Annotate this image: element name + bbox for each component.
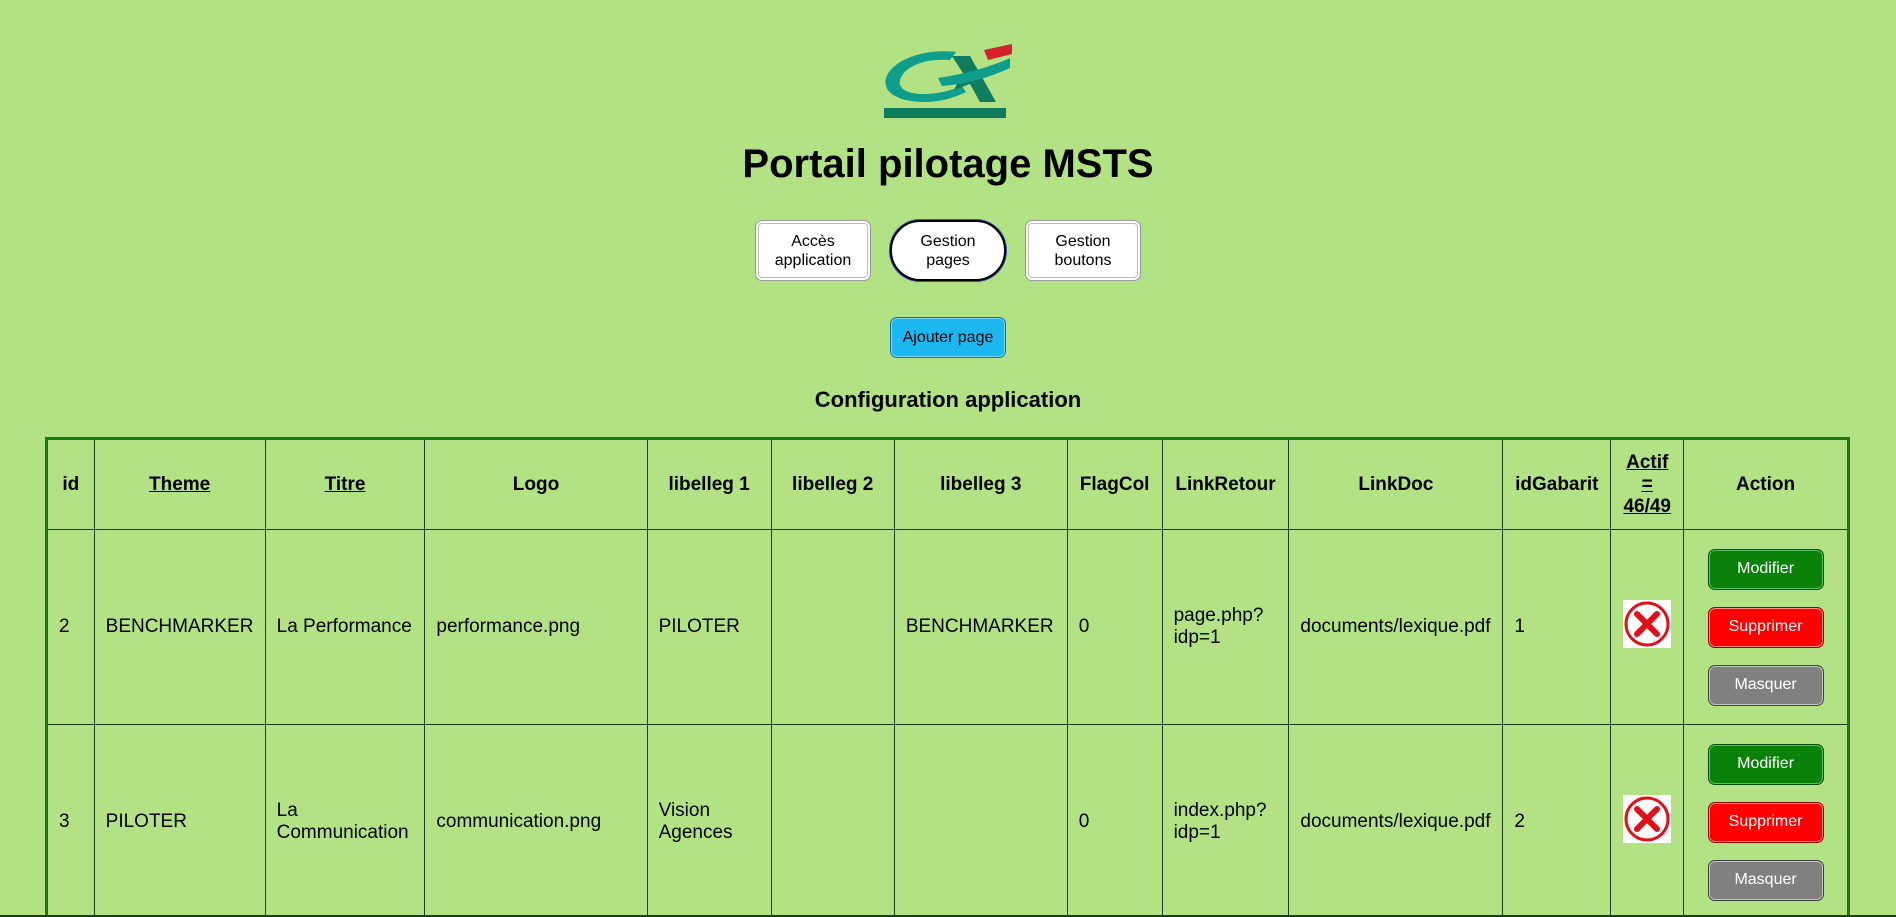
col-header-theme-label[interactable]: Theme bbox=[149, 474, 210, 495]
col-header-libelleg-3: libelleg 3 bbox=[893, 438, 1068, 530]
delete-button[interactable]: Supprimer bbox=[1707, 801, 1824, 843]
modify-button[interactable]: Modifier bbox=[1707, 743, 1824, 785]
col-header-logo: Logo bbox=[424, 438, 648, 530]
red-x-icon[interactable] bbox=[1623, 795, 1672, 843]
hide-button[interactable]: Masquer bbox=[1707, 664, 1824, 706]
col-header-actif[interactable]: Actif = 46/49 bbox=[1610, 438, 1685, 530]
cell-libelleg-2 bbox=[770, 529, 895, 725]
col-header-actif-label[interactable]: Actif = 46/49 bbox=[1623, 452, 1671, 517]
cell-theme: BENCHMARKER bbox=[93, 529, 266, 725]
nav-button-gestion-boutons[interactable]: Gestion boutons bbox=[1025, 220, 1141, 281]
red-x-icon[interactable] bbox=[1623, 600, 1672, 648]
col-header-titre-label[interactable]: Titre bbox=[325, 474, 366, 495]
cell-libelleg-3 bbox=[893, 724, 1068, 917]
col-header-theme[interactable]: Theme bbox=[93, 438, 266, 530]
cell-id: 2 bbox=[46, 529, 95, 725]
cell-titre: La Communication bbox=[264, 724, 426, 917]
cell-linkretour: index.php? idp=1 bbox=[1161, 724, 1290, 917]
cell-libelleg-3: BENCHMARKER bbox=[893, 529, 1068, 725]
credit-agricole-logo bbox=[884, 44, 1012, 118]
page-title: Portail pilotage MSTS bbox=[742, 142, 1154, 186]
col-header-linkretour: LinkRetour bbox=[1161, 438, 1290, 530]
cell-idgabarit: 2 bbox=[1502, 724, 1612, 917]
cell-theme: PILOTER bbox=[93, 724, 266, 917]
table-row: 2 BENCHMARKER La Performance performance… bbox=[46, 529, 1849, 725]
config-table: id Theme Titre Logo libelleg 1 libelleg … bbox=[45, 437, 1850, 917]
col-header-titre[interactable]: Titre bbox=[264, 438, 426, 530]
cell-flagcol: 0 bbox=[1066, 529, 1163, 725]
cell-action: Modifier Supprimer Masquer bbox=[1683, 724, 1849, 917]
cell-actif bbox=[1610, 529, 1685, 725]
cell-linkretour: page.php? idp=1 bbox=[1161, 529, 1290, 725]
col-header-action: Action bbox=[1683, 438, 1849, 530]
cell-idgabarit: 1 bbox=[1502, 529, 1612, 725]
section-title: Configuration application bbox=[814, 387, 1082, 412]
page: Portail pilotage MSTS Accès application … bbox=[0, 0, 1896, 917]
nav-button-acces-application[interactable]: Accès application bbox=[755, 220, 871, 281]
cell-logo: communication.png bbox=[424, 724, 648, 917]
cell-flagcol: 0 bbox=[1066, 724, 1163, 917]
table-row: 3 PILOTER La Communication communication… bbox=[46, 724, 1849, 917]
col-header-linkdoc: LinkDoc bbox=[1288, 438, 1504, 530]
cell-titre: La Performance bbox=[264, 529, 426, 725]
col-header-libelleg-2: libelleg 2 bbox=[770, 438, 895, 530]
cell-libelleg-2 bbox=[770, 724, 895, 917]
cell-logo: performance.png bbox=[424, 529, 648, 725]
col-header-idgabarit: idGabarit bbox=[1502, 438, 1612, 530]
col-header-id: id bbox=[46, 438, 95, 530]
cell-id: 3 bbox=[46, 724, 95, 917]
nav-button-gestion-pages[interactable]: Gestion pages bbox=[890, 220, 1006, 281]
cell-libelleg-1: PILOTER bbox=[646, 529, 772, 725]
cell-action: Modifier Supprimer Masquer bbox=[1683, 529, 1849, 725]
cell-linkdoc: documents/lexique.pdf bbox=[1288, 724, 1504, 917]
cell-linkdoc: documents/lexique.pdf bbox=[1288, 529, 1504, 725]
modify-button[interactable]: Modifier bbox=[1707, 548, 1824, 590]
delete-button[interactable]: Supprimer bbox=[1707, 606, 1824, 648]
cell-libelleg-1: Vision Agences bbox=[646, 724, 772, 917]
hide-button[interactable]: Masquer bbox=[1707, 859, 1824, 901]
table-header-row: id Theme Titre Logo libelleg 1 libelleg … bbox=[46, 438, 1849, 530]
col-header-libelleg-1: libelleg 1 bbox=[646, 438, 772, 530]
col-header-flagcol: FlagCol bbox=[1066, 438, 1163, 530]
cell-actif bbox=[1610, 724, 1685, 917]
add-page-button[interactable]: Ajouter page bbox=[890, 317, 1006, 358]
